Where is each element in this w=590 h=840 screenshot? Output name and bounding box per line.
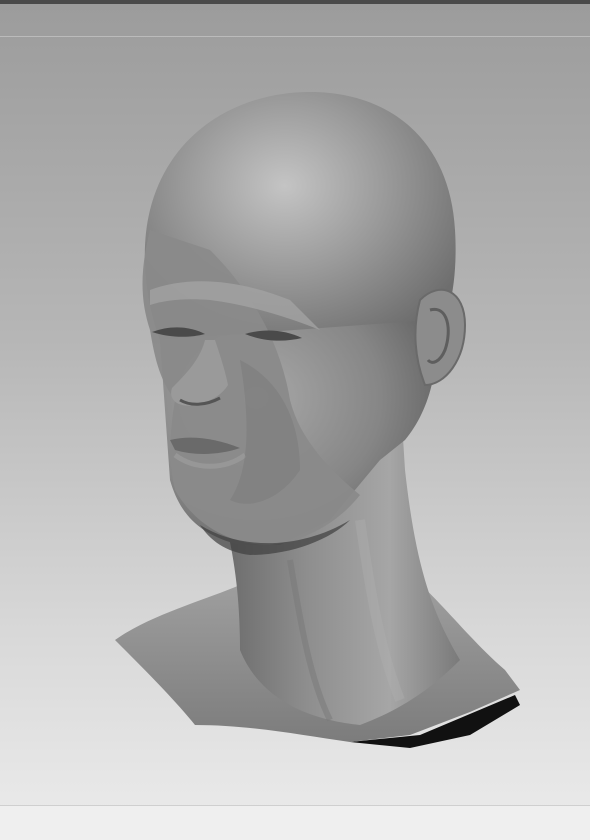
viewport-bottom-strip [0, 806, 590, 840]
ear [414, 288, 467, 387]
3d-viewport[interactable] [0, 4, 590, 840]
sculpted-head-bust-icon[interactable] [0, 4, 590, 840]
sculpt-app-window [0, 0, 590, 840]
